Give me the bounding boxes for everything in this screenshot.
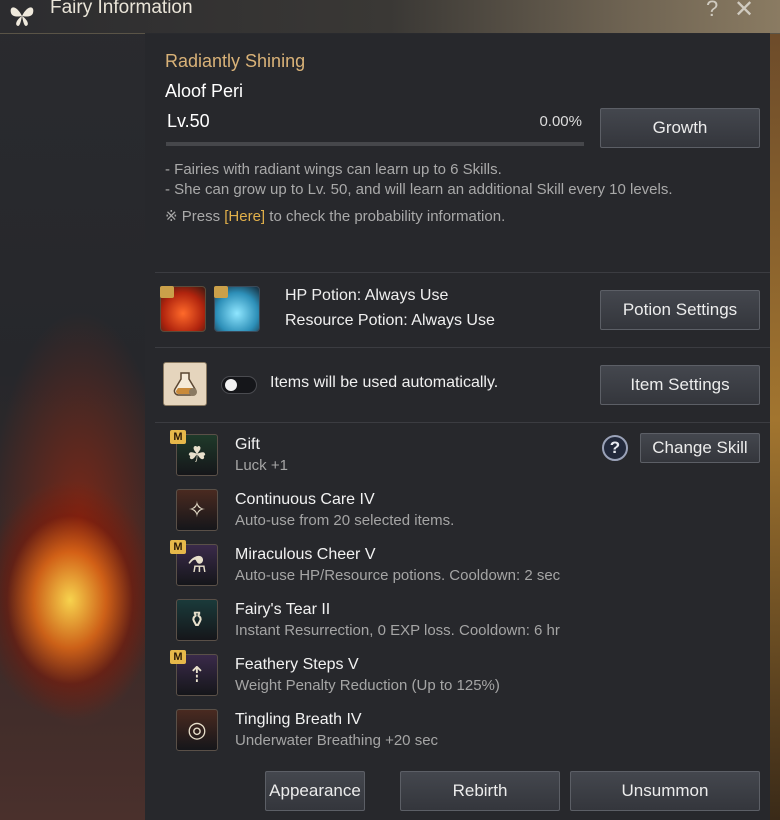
appearance-button[interactable]: Appearance — [265, 771, 365, 811]
hp-potion-status: HP Potion: Always Use — [285, 287, 449, 304]
skill-badge: M — [170, 650, 186, 664]
resource-potion-status: Resource Potion: Always Use — [285, 312, 495, 329]
fairy-name: Aloof Peri — [165, 81, 244, 101]
fairy-icon: ✧ — [176, 489, 218, 531]
skill-description: Auto-use from 20 selected items. — [235, 512, 455, 529]
description-line: - Fairies with radiant wings can learn u… — [165, 161, 502, 178]
skill-badge: M — [170, 540, 186, 554]
auto-use-label: Items will be used automatically. — [270, 374, 499, 391]
skill-name: Tingling Breath IV — [235, 711, 362, 728]
breath-icon: ◎ — [176, 709, 218, 751]
item-settings-button[interactable]: Item Settings — [600, 365, 760, 405]
skill-name: Feathery Steps V — [235, 656, 359, 673]
change-skill-button[interactable]: Change Skill — [640, 433, 760, 463]
growth-progress-bar — [166, 142, 584, 146]
description-line: - She can grow up to Lv. 50, and will le… — [165, 181, 673, 198]
item-flask-icon — [163, 362, 207, 406]
skill-description: Auto-use HP/Resource potions. Cooldown: … — [235, 567, 561, 584]
auto-use-toggle[interactable] — [221, 376, 257, 394]
title-bar[interactable]: Fairy Information ? ✕ — [0, 0, 780, 34]
help-button[interactable]: ? — [706, 0, 718, 22]
growth-button[interactable]: Growth — [600, 108, 760, 148]
potion-settings-button[interactable]: Potion Settings — [600, 290, 760, 330]
divider — [155, 272, 770, 273]
fairy-title: Radiantly Shining — [165, 51, 306, 71]
crown-badge-icon — [214, 286, 228, 298]
skill-badge: M — [170, 430, 186, 444]
unsummon-button[interactable]: Unsummon — [570, 771, 760, 811]
rebirth-button[interactable]: Rebirth — [400, 771, 560, 811]
skill-help-icon[interactable]: ? — [602, 435, 628, 461]
probability-link[interactable]: [Here] — [224, 208, 265, 225]
probability-note: ※ Press [Here] to check the probability … — [165, 207, 505, 225]
skill-description: Weight Penalty Reduction (Up to 125%) — [235, 677, 500, 694]
skill-name: Gift — [235, 436, 260, 453]
toggle-knob — [225, 379, 237, 391]
note-prefix: ※ Press — [165, 208, 225, 225]
crown-badge-icon — [160, 286, 174, 298]
divider — [155, 347, 770, 348]
skill-name: Continuous Care IV — [235, 491, 375, 508]
skill-name: Fairy's Tear II — [235, 601, 331, 618]
growth-progress-text: 0.00% — [539, 113, 582, 130]
skill-name: Miraculous Cheer V — [235, 546, 376, 563]
skill-description: Instant Resurrection, 0 EXP loss. Cooldo… — [235, 622, 560, 639]
background-edge — [770, 20, 780, 820]
fairy-info-panel — [145, 33, 770, 820]
note-suffix: to check the probability information. — [265, 208, 506, 225]
window-title: Fairy Information — [50, 0, 193, 18]
skill-description: Underwater Breathing +20 sec — [235, 732, 439, 749]
vase-icon: ⚱ — [176, 599, 218, 641]
fairy-level: Lv.50 — [167, 111, 210, 131]
divider — [155, 422, 770, 423]
close-button[interactable]: ✕ — [734, 0, 754, 24]
skill-description: Luck +1 — [235, 457, 288, 474]
butterfly-icon — [10, 7, 34, 26]
